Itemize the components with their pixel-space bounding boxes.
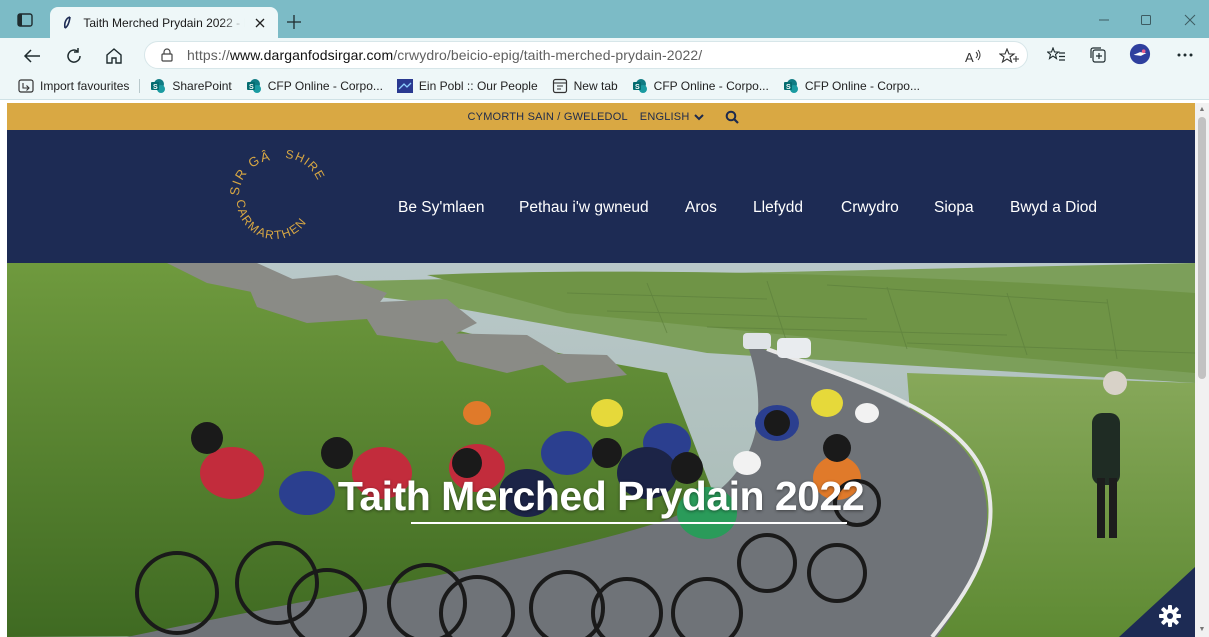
- profile-avatar[interactable]: [1129, 43, 1151, 65]
- scroll-thumb[interactable]: [1198, 117, 1206, 379]
- scroll-up-icon[interactable]: ▲: [1198, 106, 1206, 114]
- favourite-label: New tab: [573, 79, 618, 93]
- chevron-down-icon: [694, 113, 705, 120]
- nav-item-be-symlaen[interactable]: Be Sy'mlaen: [398, 199, 485, 217]
- new-tab-button[interactable]: [284, 12, 304, 32]
- search-icon: [726, 110, 740, 124]
- favourite-sharepoint[interactable]: S SharePoint: [150, 78, 232, 94]
- url-domain: www.darganfodsirgar.com: [229, 47, 394, 63]
- maximize-button[interactable]: [1134, 12, 1158, 28]
- refresh-icon: [67, 48, 81, 63]
- back-button[interactable]: [20, 44, 44, 68]
- hero-title-underline: [411, 522, 847, 524]
- page-viewport: CYMORTH SAIN / GWELEDOL ENGLISH SIR GÂR …: [7, 103, 1195, 637]
- url-path: /crwydro/beicio-epig/taith-merched-pryda…: [393, 47, 703, 63]
- gear-icon: [1159, 605, 1181, 627]
- tab-strip: Taith Merched Prydain 2022 - Darganfod S…: [0, 0, 1209, 38]
- nav-item-siopa[interactable]: Siopa: [934, 199, 974, 217]
- favourite-label: CFP Online - Corpo...: [804, 79, 920, 93]
- close-icon: [1184, 14, 1196, 26]
- sharepoint-icon: S: [150, 78, 166, 94]
- site-favicon-icon: [60, 15, 75, 31]
- svg-text:S: S: [786, 84, 791, 91]
- sharepoint-icon: S: [246, 78, 262, 94]
- sharepoint-icon: S: [783, 78, 799, 94]
- tab-actions-icon: [17, 13, 33, 27]
- svg-text:S: S: [249, 84, 254, 91]
- favourites-separator: [139, 79, 141, 93]
- utility-bar: CYMORTH SAIN / GWELEDOL ENGLISH: [7, 103, 1195, 130]
- minimize-icon: [1099, 19, 1109, 21]
- close-tab-icon[interactable]: [253, 15, 268, 31]
- scroll-down-icon[interactable]: ▼: [1198, 626, 1206, 634]
- read-aloud-icon[interactable]: A: [963, 47, 983, 67]
- favourite-new-tab[interactable]: New tab: [552, 78, 618, 94]
- hero-photo-cyclists: [7, 263, 1195, 637]
- maximize-icon: [1141, 15, 1151, 25]
- tab-actions-button[interactable]: [12, 9, 38, 31]
- site-icon: [396, 78, 413, 94]
- svg-text:SHIRE: SHIRE: [284, 148, 325, 183]
- lock-icon[interactable]: [159, 47, 175, 63]
- logo-text-shire: SHIRE: [284, 147, 326, 183]
- refresh-button[interactable]: [62, 44, 86, 68]
- accessibility-settings-button[interactable]: [1157, 603, 1183, 629]
- add-favourite-icon[interactable]: [999, 47, 1019, 67]
- favourites-bar: Import favourites S SharePoint S CFP Onl…: [0, 73, 1209, 100]
- page-scrollbar[interactable]: ▲ ▼: [1195, 103, 1209, 637]
- favourite-cfp-online-3[interactable]: S CFP Online - Corpo...: [783, 78, 920, 94]
- plus-icon: [287, 15, 301, 29]
- language-selector[interactable]: ENGLISH: [640, 111, 705, 123]
- address-toolbar: https://www.darganfodsirgar.com/crwydro/…: [0, 38, 1209, 73]
- home-icon: [106, 48, 122, 64]
- import-icon: [18, 78, 34, 94]
- favourite-label: CFP Online - Corpo...: [267, 79, 383, 93]
- new-tab-icon: [552, 78, 568, 94]
- nav-item-aros[interactable]: Aros: [685, 199, 717, 217]
- url-scheme: https://: [187, 47, 230, 63]
- svg-text:CARMARTHEN: CARMARTHEN: [234, 199, 310, 242]
- nav-item-bwyd-a-diod[interactable]: Bwyd a Diod: [1010, 199, 1097, 217]
- svg-text:A: A: [965, 50, 974, 65]
- favourites-icon[interactable]: [1045, 44, 1067, 66]
- logo-text-sir-gar: SIR GÂR: [220, 136, 271, 196]
- language-label: ENGLISH: [639, 110, 690, 123]
- nav-item-pethau[interactable]: Pethau i'w gwneud: [519, 199, 649, 217]
- audio-visual-help-link[interactable]: CYMORTH SAIN / GWELEDOL: [468, 111, 628, 123]
- svg-text:S: S: [635, 84, 640, 91]
- minimize-button[interactable]: [1092, 12, 1116, 28]
- collections-icon[interactable]: [1087, 44, 1109, 66]
- search-button[interactable]: [724, 109, 740, 125]
- svg-text:S: S: [153, 84, 158, 91]
- favourite-label: Ein Pobl :: Our People: [418, 79, 538, 93]
- nav-item-llefydd[interactable]: Llefydd: [753, 199, 803, 217]
- site-header: SIR GÂR SHIRE CARMARTHEN Be Sy'mlaen Pet…: [7, 130, 1195, 263]
- logo-text-carmarthen: CARMARTHEN: [234, 199, 309, 242]
- favourite-import[interactable]: Import favourites: [18, 78, 129, 94]
- hero-banner: Taith Merched Prydain 2022: [7, 263, 1195, 637]
- url-text[interactable]: https://www.darganfodsirgar.com/crwydro/…: [187, 47, 702, 63]
- favourite-label: SharePoint: [172, 79, 232, 93]
- hero-title: Taith Merched Prydain 2022: [337, 473, 865, 519]
- favourite-label: CFP Online - Corpo...: [653, 79, 769, 93]
- nav-item-crwydro[interactable]: Crwydro: [841, 199, 899, 217]
- carmarthenshire-logo[interactable]: SIR GÂR SHIRE CARMARTHEN: [220, 136, 327, 244]
- close-window-button[interactable]: [1178, 12, 1202, 28]
- active-tab[interactable]: Taith Merched Prydain 2022 - Darganfod S…: [50, 7, 278, 38]
- svg-text:SIR GÂR: SIR GÂR: [225, 148, 272, 196]
- home-button[interactable]: [102, 44, 126, 68]
- favourite-label: Import favourites: [40, 79, 130, 93]
- address-bar[interactable]: https://www.darganfodsirgar.com/crwydro/…: [144, 41, 1028, 69]
- sharepoint-icon: S: [632, 78, 648, 94]
- favourite-cfp-online-1[interactable]: S CFP Online - Corpo...: [246, 78, 383, 94]
- tab-title: Taith Merched Prydain 2022 - Darganfod S…: [83, 15, 244, 30]
- favourite-cfp-online-2[interactable]: S CFP Online - Corpo...: [632, 78, 769, 94]
- more-menu-icon[interactable]: [1174, 44, 1196, 66]
- arrow-left-icon: [23, 49, 40, 63]
- favourite-ein-pobl[interactable]: Ein Pobl :: Our People: [396, 78, 538, 94]
